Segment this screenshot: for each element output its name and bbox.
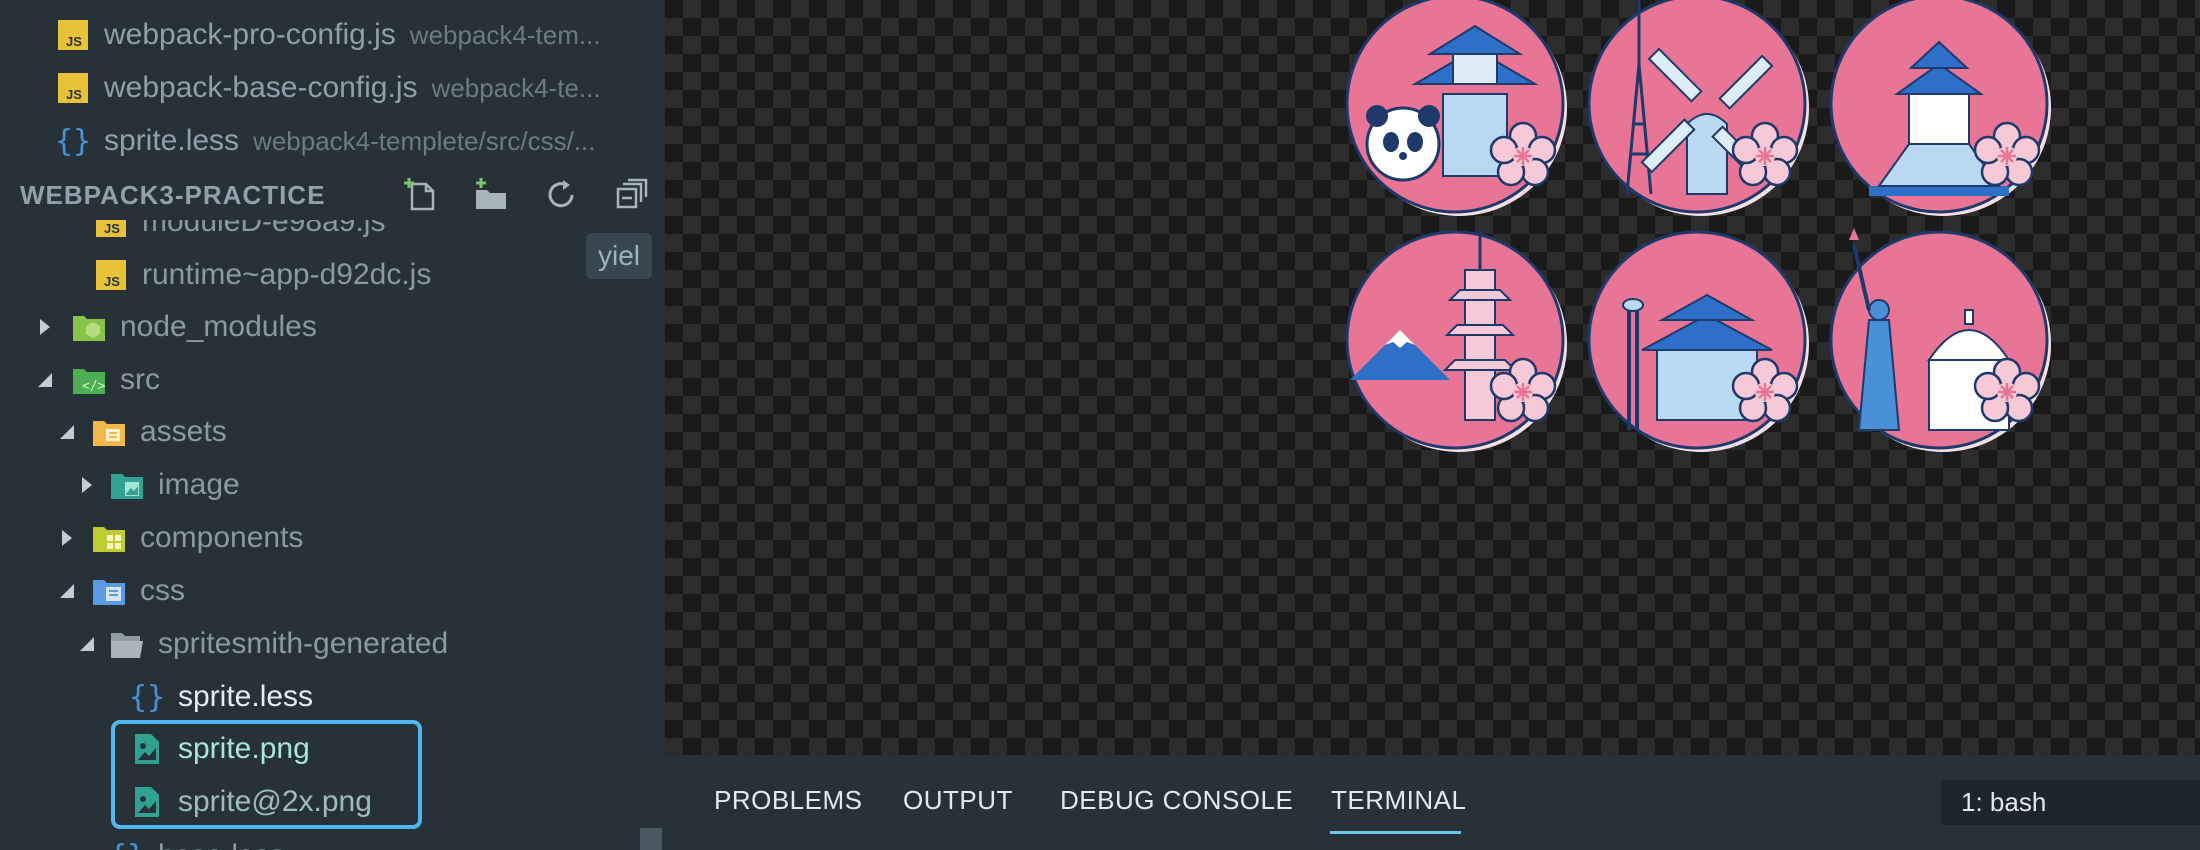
open-editor-item[interactable]: JS webpack-pro-config.js webpack4-tem... — [0, 9, 665, 61]
open-editor-name: webpack-pro-config.js — [104, 18, 396, 51]
open-editor-name: webpack-base-config.js — [104, 71, 418, 104]
tree-item-folder[interactable]: assets — [0, 406, 665, 458]
tree-item-label: css — [140, 574, 185, 607]
chevron-right-icon[interactable] — [34, 316, 56, 338]
explorer-section-header[interactable]: WEBPACK3-PRACTICE — [0, 170, 665, 220]
open-editor-name: sprite.less — [104, 124, 240, 157]
node-folder-icon — [72, 310, 106, 344]
braces-file-icon: {} — [54, 123, 92, 159]
image-folder-icon — [110, 468, 144, 502]
tab-problems[interactable]: PROBLEMS — [714, 785, 863, 816]
active-tab-indicator — [1330, 831, 1461, 834]
chevron-down-icon[interactable] — [56, 421, 78, 443]
css-folder-icon — [92, 574, 126, 608]
tab-terminal[interactable]: TERMINAL — [1331, 785, 1466, 816]
tree-item-label: runtime~app-d92dc.js — [142, 258, 432, 291]
src-folder-icon: </> — [72, 363, 106, 397]
sprite-badge — [1829, 0, 2053, 218]
svg-text:JS: JS — [66, 87, 82, 102]
sprite-badge — [1587, 230, 1811, 454]
assets-folder-icon — [92, 415, 126, 449]
components-folder-icon — [92, 521, 126, 555]
javascript-file-icon: JS — [56, 71, 90, 105]
chevron-down-icon[interactable] — [34, 369, 56, 391]
open-editor-item[interactable]: {} sprite.less webpack4-templete/src/css… — [0, 115, 665, 167]
javascript-file-icon: JS — [94, 258, 128, 292]
open-editor-path: webpack4-templete/src/css/... — [253, 125, 596, 156]
tree-item-folder[interactable]: components — [0, 512, 665, 564]
svg-text:JS: JS — [104, 274, 120, 289]
open-editor-path: webpack4-tem... — [409, 19, 601, 50]
tab-debug-console[interactable]: DEBUG CONSOLE — [1060, 785, 1293, 816]
sprite-badge — [1345, 0, 1569, 218]
tree-item-folder[interactable]: css — [0, 565, 665, 617]
tree-item-label: base.less — [158, 839, 285, 850]
braces-file-icon: {} — [128, 679, 166, 715]
terminal-select-dropdown[interactable]: 1: bash — [1941, 780, 2200, 825]
sprite-badge — [1587, 0, 1811, 218]
tree-item-folder[interactable]: image — [0, 459, 665, 511]
svg-text:</>: </> — [82, 379, 106, 394]
tree-item-file[interactable]: {} sprite.less — [0, 671, 665, 723]
explorer-section-title: WEBPACK3-PRACTICE — [20, 179, 326, 210]
sprite-image — [1345, 0, 2053, 454]
javascript-file-icon: JS — [56, 18, 90, 52]
tree-item-label: components — [140, 521, 304, 554]
open-folder-icon — [110, 627, 144, 661]
chevron-down-icon[interactable] — [76, 633, 98, 655]
tree-item-file[interactable]: {} base.less — [0, 830, 665, 850]
braces-file-icon: {} — [109, 839, 145, 850]
open-editor-item[interactable]: JS webpack-base-config.js webpack4-te... — [0, 62, 665, 114]
new-file-icon[interactable] — [397, 174, 445, 216]
explorer-sidebar: JS webpack-pro-config.js webpack4-tem...… — [0, 0, 665, 850]
tree-item-folder[interactable]: spritesmith-generated — [0, 618, 665, 670]
svg-text:JS: JS — [66, 34, 82, 49]
tooltip: yiel — [586, 233, 652, 279]
panel-tab-bar: PROBLEMS OUTPUT DEBUG CONSOLE TERMINAL 1… — [665, 755, 2200, 850]
sprite-badge — [1829, 228, 2053, 454]
new-folder-icon[interactable] — [467, 174, 515, 216]
scrollbar-thumb[interactable] — [640, 828, 662, 850]
sprite-badge — [1345, 230, 1569, 454]
tree-item-label: src — [120, 363, 160, 396]
refresh-icon[interactable] — [537, 174, 585, 216]
chevron-right-icon[interactable] — [76, 474, 98, 496]
tree-item-label: image — [158, 468, 240, 501]
tree-item-folder[interactable]: </> src — [0, 354, 665, 406]
tree-item-label: node_modules — [120, 310, 317, 343]
open-editor-path: webpack4-te... — [431, 72, 601, 103]
tree-item-label: sprite.less — [178, 680, 314, 713]
tree-item-folder[interactable]: node_modules — [0, 301, 665, 353]
chevron-right-icon[interactable] — [56, 527, 78, 549]
tree-item-label: spritesmith-generated — [158, 627, 449, 660]
tab-output[interactable]: OUTPUT — [903, 785, 1013, 816]
svg-text:JS: JS — [104, 221, 120, 236]
collapse-all-icon[interactable] — [607, 174, 655, 216]
tree-item-file[interactable]: JS runtime~app-d92dc.js — [0, 249, 665, 301]
chevron-down-icon[interactable] — [56, 580, 78, 602]
selection-highlight-box — [111, 720, 422, 829]
tree-item-label: assets — [140, 415, 227, 448]
image-preview-editor — [665, 0, 2200, 755]
